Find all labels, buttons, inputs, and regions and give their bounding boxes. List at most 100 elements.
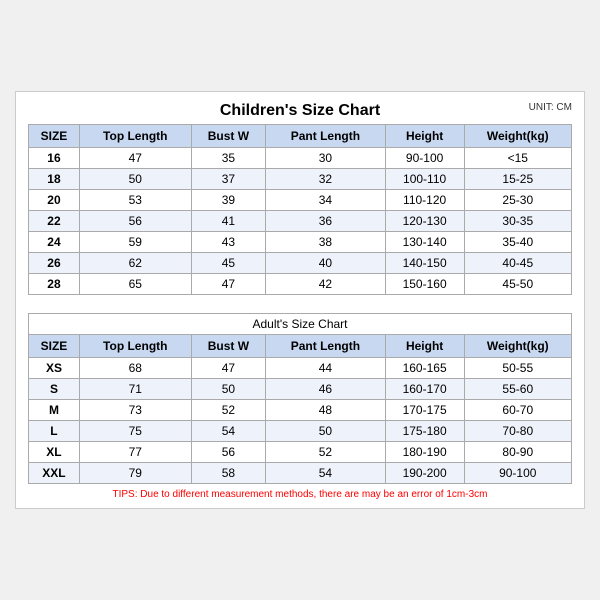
col-header-weight: Weight(kg) — [464, 125, 571, 148]
table-cell: 35 — [191, 148, 266, 169]
table-cell: 52 — [191, 400, 266, 421]
table-cell: 80-90 — [464, 442, 571, 463]
table-cell: 37 — [191, 169, 266, 190]
col-header-size: SIZE — [29, 125, 80, 148]
table-row: 28654742150-16045-50 — [29, 274, 572, 295]
table-cell: 28 — [29, 274, 80, 295]
adult-col-header-pant-length: Pant Length — [266, 335, 386, 358]
col-header-pant-length: Pant Length — [266, 125, 386, 148]
table-cell: 30-35 — [464, 211, 571, 232]
table-cell: 50 — [266, 421, 386, 442]
table-row: 20533934110-12025-30 — [29, 190, 572, 211]
table-cell: 60-70 — [464, 400, 571, 421]
table-cell: <15 — [464, 148, 571, 169]
table-cell: 70-80 — [464, 421, 571, 442]
table-row: L755450175-18070-80 — [29, 421, 572, 442]
table-row: XXL795854190-20090-100 — [29, 463, 572, 484]
table-cell: 59 — [79, 232, 191, 253]
table-cell: 45 — [191, 253, 266, 274]
table-row: 24594338130-14035-40 — [29, 232, 572, 253]
table-row: XL775652180-19080-90 — [29, 442, 572, 463]
table-cell: 73 — [79, 400, 191, 421]
table-cell: 54 — [266, 463, 386, 484]
table-cell: L — [29, 421, 80, 442]
adult-col-header-bust-w: Bust W — [191, 335, 266, 358]
table-cell: 47 — [79, 148, 191, 169]
table-cell: 46 — [266, 379, 386, 400]
table-cell: 90-100 — [385, 148, 464, 169]
table-cell: 170-175 — [385, 400, 464, 421]
table-cell: 58 — [191, 463, 266, 484]
table-cell: 15-25 — [464, 169, 571, 190]
table-cell: 47 — [191, 274, 266, 295]
table-cell: 43 — [191, 232, 266, 253]
table-row: 1647353090-100<15 — [29, 148, 572, 169]
table-cell: XL — [29, 442, 80, 463]
table-cell: 190-200 — [385, 463, 464, 484]
tips-text: TIPS: Due to different measurement metho… — [28, 489, 572, 500]
table-cell: 22 — [29, 211, 80, 232]
table-cell: 65 — [79, 274, 191, 295]
table-cell: 175-180 — [385, 421, 464, 442]
table-cell: 50 — [191, 379, 266, 400]
children-size-table: SIZE Top Length Bust W Pant Length Heigh… — [28, 124, 572, 295]
table-cell: 79 — [79, 463, 191, 484]
table-cell: 120-130 — [385, 211, 464, 232]
table-cell: 77 — [79, 442, 191, 463]
table-cell: 42 — [266, 274, 386, 295]
table-cell: 53 — [79, 190, 191, 211]
table-cell: 75 — [79, 421, 191, 442]
chart-container: Children's Size Chart UNIT: CM SIZE Top … — [15, 91, 585, 509]
table-cell: 110-120 — [385, 190, 464, 211]
table-cell: 44 — [266, 358, 386, 379]
table-cell: 39 — [191, 190, 266, 211]
adults-title-row: Adult's Size Chart — [29, 314, 572, 335]
table-cell: 54 — [191, 421, 266, 442]
col-header-top-length: Top Length — [79, 125, 191, 148]
table-cell: 48 — [266, 400, 386, 421]
adults-header-row: SIZE Top Length Bust W Pant Length Heigh… — [29, 335, 572, 358]
adult-col-header-size: SIZE — [29, 335, 80, 358]
table-cell: 30 — [266, 148, 386, 169]
table-cell: 56 — [191, 442, 266, 463]
col-header-height: Height — [385, 125, 464, 148]
table-cell: 47 — [191, 358, 266, 379]
adults-chart-title: Adult's Size Chart — [29, 314, 572, 335]
table-cell: 18 — [29, 169, 80, 190]
table-cell: 68 — [79, 358, 191, 379]
table-cell: 25-30 — [464, 190, 571, 211]
unit-label: UNIT: CM — [529, 102, 572, 113]
table-cell: 16 — [29, 148, 80, 169]
table-cell: 35-40 — [464, 232, 571, 253]
table-cell: 45-50 — [464, 274, 571, 295]
table-row: XS684744160-16550-55 — [29, 358, 572, 379]
table-row: M735248170-17560-70 — [29, 400, 572, 421]
table-cell: 40-45 — [464, 253, 571, 274]
table-cell: 26 — [29, 253, 80, 274]
table-cell: 32 — [266, 169, 386, 190]
main-title-row: Children's Size Chart UNIT: CM — [28, 102, 572, 120]
table-cell: 41 — [191, 211, 266, 232]
adult-col-header-weight: Weight(kg) — [464, 335, 571, 358]
table-cell: 52 — [266, 442, 386, 463]
table-row: S715046160-17055-60 — [29, 379, 572, 400]
adults-size-table: Adult's Size Chart SIZE Top Length Bust … — [28, 313, 572, 484]
table-row: 26624540140-15040-45 — [29, 253, 572, 274]
table-row: 22564136120-13030-35 — [29, 211, 572, 232]
table-cell: 160-165 — [385, 358, 464, 379]
table-cell: 62 — [79, 253, 191, 274]
table-cell: 180-190 — [385, 442, 464, 463]
table-cell: 90-100 — [464, 463, 571, 484]
table-cell: 160-170 — [385, 379, 464, 400]
table-cell: 36 — [266, 211, 386, 232]
adult-col-header-top-length: Top Length — [79, 335, 191, 358]
table-cell: 71 — [79, 379, 191, 400]
table-cell: 50 — [79, 169, 191, 190]
table-cell: 20 — [29, 190, 80, 211]
table-cell: S — [29, 379, 80, 400]
table-cell: 140-150 — [385, 253, 464, 274]
table-row: 18503732100-11015-25 — [29, 169, 572, 190]
table-cell: 40 — [266, 253, 386, 274]
table-cell: 24 — [29, 232, 80, 253]
table-cell: 56 — [79, 211, 191, 232]
